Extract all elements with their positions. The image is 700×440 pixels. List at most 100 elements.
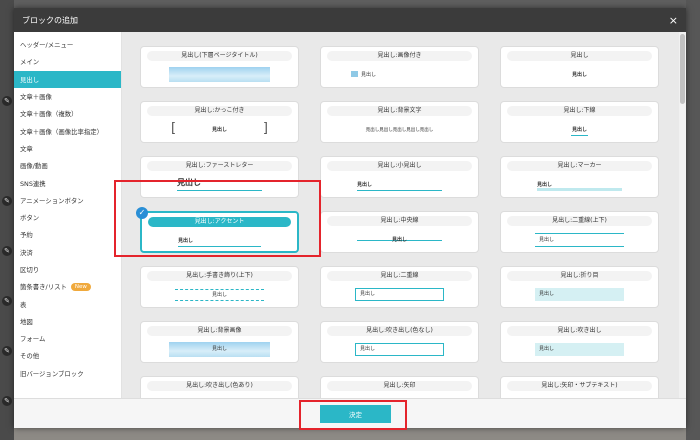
block-card-preview: 見出し bbox=[327, 230, 472, 250]
preview-text: 見出し見出し見出し見出し見出し bbox=[365, 128, 434, 133]
pen-icon[interactable]: ✎ bbox=[2, 96, 12, 106]
sidebar-item[interactable]: 文章＋画像（画像比率指定） bbox=[14, 122, 121, 139]
sidebar-item[interactable]: フォーム bbox=[14, 330, 121, 347]
sidebar-item-label: その他 bbox=[20, 352, 40, 361]
add-block-dialog: ブロックの追加 × ヘッダー/メニュー メイン 見出し 文章＋画像 文章＋画像（複数）文… bbox=[14, 8, 686, 428]
block-card[interactable]: 見出し:背景画像 見出し bbox=[140, 321, 299, 363]
sidebar-item[interactable]: 地図 bbox=[14, 313, 121, 330]
block-card-preview: 見出し bbox=[147, 285, 292, 305]
pen-icon[interactable]: ✎ bbox=[2, 396, 12, 406]
preview-text: 見出し bbox=[537, 182, 553, 188]
sidebar-item[interactable]: SNS連携 bbox=[14, 174, 121, 191]
block-card-caption: 見出し:画像付き bbox=[327, 51, 472, 61]
block-card-preview: 見出し bbox=[507, 285, 652, 305]
image-icon bbox=[351, 71, 358, 77]
block-card[interactable]: 見出し:二重線(上下) 見出し bbox=[500, 211, 659, 253]
sidebar-item[interactable]: 表 bbox=[14, 295, 121, 312]
underline bbox=[537, 188, 622, 191]
sidebar-item[interactable]: ヘッダー/メニュー bbox=[14, 36, 121, 53]
preview-text: 見出し bbox=[178, 238, 194, 244]
block-card-preview: 見出し bbox=[148, 231, 291, 251]
sidebar-item[interactable]: 文章＋画像 bbox=[14, 88, 121, 105]
block-card-caption: 見出し:マーカー bbox=[507, 161, 652, 171]
block-card[interactable]: 見出し 見出し bbox=[500, 46, 659, 88]
block-card-caption: 見出し:アクセント bbox=[148, 217, 291, 227]
sidebar-item-label: フォーム bbox=[20, 335, 46, 344]
block-card-caption: 見出し:矢印 bbox=[327, 381, 472, 391]
preview-text: 見出し bbox=[355, 343, 444, 356]
pen-icon[interactable]: ✎ bbox=[2, 246, 12, 256]
sidebar-item[interactable]: 旧バージョンブロック bbox=[14, 365, 121, 382]
block-card[interactable]: 見出し:折り目見出し bbox=[500, 266, 659, 308]
preview-text: 見出し bbox=[175, 289, 264, 301]
block-card[interactable]: 見出し:矢印・サブテキスト)見出し bbox=[500, 376, 659, 398]
sidebar-item[interactable]: 区切り bbox=[14, 261, 121, 278]
sidebar-item[interactable]: ボタン bbox=[14, 209, 121, 226]
block-card-caption: 見出し:かっこ付き bbox=[147, 106, 292, 116]
bracket-left: [ bbox=[171, 121, 177, 136]
block-card-caption: 見出し:折り目 bbox=[507, 271, 652, 281]
block-card[interactable]: 見出し:二重線 見出し bbox=[320, 266, 479, 308]
block-card[interactable]: 見出し:吹き出し(色あり)見出し bbox=[140, 376, 299, 398]
sidebar-item[interactable]: 文章＋画像（複数） bbox=[14, 105, 121, 122]
scrollbar[interactable] bbox=[679, 32, 686, 398]
block-card-caption: 見出し:中央線 bbox=[327, 216, 472, 226]
dialog-titlebar: ブロックの追加 × bbox=[14, 8, 686, 32]
sidebar-item[interactable]: 箇条書き/リスト New bbox=[14, 278, 121, 295]
sidebar-item[interactable]: 文章 bbox=[14, 140, 121, 157]
block-card-preview: 見出し bbox=[327, 340, 472, 360]
block-card[interactable]: 見出し:中央線見出し bbox=[320, 211, 479, 253]
block-card[interactable]: 見出し:かっこ付き見出し [] bbox=[140, 101, 299, 143]
pen-icon[interactable]: ✎ bbox=[2, 296, 12, 306]
block-gallery: 見出し(下層ページタイトル) 見出し:画像付き 見出し 見出し 見出し 見出し:かっこ付き… bbox=[122, 32, 686, 398]
block-card[interactable]: 見出し:吹き出し 見出し bbox=[500, 321, 659, 363]
confirm-button[interactable]: 決定 bbox=[320, 405, 391, 423]
sidebar-item-label: 地図 bbox=[20, 317, 33, 326]
preview-text: 見出し bbox=[571, 127, 587, 133]
sidebar-item[interactable]: アニメーションボタン bbox=[14, 192, 121, 209]
sidebar-item-label: メイン bbox=[20, 58, 40, 67]
sidebar-item[interactable]: 決済 bbox=[14, 244, 121, 261]
bracket-right: ] bbox=[262, 121, 268, 136]
block-card[interactable]: 見出し:画像付き 見出し bbox=[320, 46, 479, 88]
sidebar-item[interactable]: 予約 bbox=[14, 226, 121, 243]
preview-text: 見出し bbox=[357, 182, 373, 188]
sidebar-item[interactable]: メイン bbox=[14, 53, 121, 70]
block-card[interactable]: 見出し:吹き出し(色なし) 見出し bbox=[320, 321, 479, 363]
block-card[interactable]: ✓ 見出し:アクセント見出し bbox=[136, 207, 299, 253]
block-card[interactable]: 見出し:手書き飾り(上下) 見出し bbox=[140, 266, 299, 308]
right-strip bbox=[686, 0, 700, 440]
sidebar-item[interactable]: その他 bbox=[14, 347, 121, 364]
sidebar-item[interactable]: 画像/動画 bbox=[14, 157, 121, 174]
preview-text: 見出し bbox=[211, 127, 227, 133]
block-card-caption: 見出し:手書き飾り(上下) bbox=[147, 271, 292, 281]
pen-icon[interactable]: ✎ bbox=[2, 196, 12, 206]
sidebar-item-label: SNS連携 bbox=[20, 179, 46, 188]
block-grid: 見出し(下層ページタイトル) 見出し:画像付き 見出し 見出し 見出し 見出し:かっこ付き… bbox=[136, 46, 659, 398]
sidebar-item-label: ボタン bbox=[20, 214, 40, 223]
block-card[interactable]: 見出し(下層ページタイトル) bbox=[140, 46, 299, 88]
pen-icon[interactable]: ✎ bbox=[2, 346, 12, 356]
block-card[interactable]: 見出し:背景文字 見出し見出し見出し見出し見出し bbox=[320, 101, 479, 143]
dialog-title: ブロックの追加 bbox=[22, 15, 78, 25]
block-card-preview: 見出し bbox=[507, 340, 652, 360]
block-card[interactable]: 見出し:マーカー見出し bbox=[500, 156, 659, 198]
sidebar-item-label: 箇条書き/リスト bbox=[20, 283, 67, 292]
sidebar-item-label: アニメーションボタン bbox=[20, 196, 84, 205]
block-card-preview: 見出し bbox=[147, 175, 292, 195]
block-card-caption: 見出し:二重線 bbox=[327, 271, 472, 281]
block-card[interactable]: 見出し:小見出し 見出し bbox=[320, 156, 479, 198]
sidebar-item-label: 決済 bbox=[20, 248, 33, 257]
checkmark-icon: ✓ bbox=[136, 207, 148, 219]
sidebar-item-label: ヘッダー/メニュー bbox=[20, 41, 74, 50]
block-card[interactable]: 見出し:下線 見出し bbox=[500, 101, 659, 143]
block-card[interactable]: 見出し:ファーストレター 見出し bbox=[140, 156, 299, 198]
dialog-footer: 決定 bbox=[14, 398, 686, 428]
block-card[interactable]: 見出し:矢印見出し bbox=[320, 376, 479, 398]
preview-text: 見出し bbox=[391, 237, 407, 243]
scrollbar-thumb[interactable] bbox=[680, 34, 685, 104]
sidebar-item-label: 文章＋画像（画像比率指定） bbox=[20, 127, 104, 136]
sidebar-item[interactable]: 見出し bbox=[14, 70, 121, 88]
close-icon[interactable]: × bbox=[669, 14, 678, 27]
block-card-caption: 見出し:吹き出し(色あり) bbox=[147, 381, 292, 391]
